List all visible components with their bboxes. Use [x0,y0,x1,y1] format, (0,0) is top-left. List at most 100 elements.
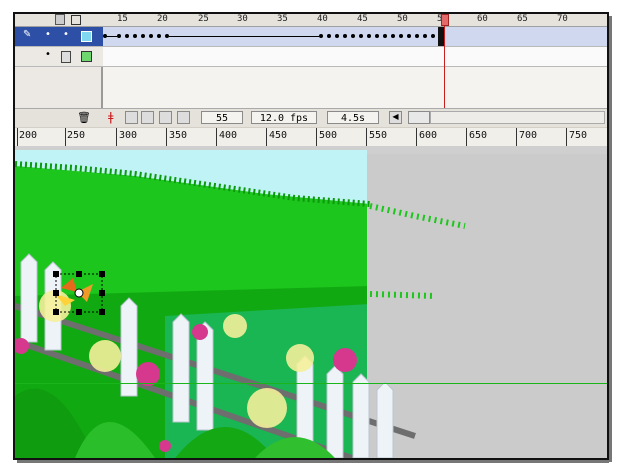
flash-authoring-window: 15 20 25 30 35 40 45 50 55 60 65 70 ✎ • [13,12,609,460]
tween-arrow [105,36,117,37]
transform-handle-bottom[interactable] [76,309,82,315]
ruler-mark [366,128,367,146]
keyframe[interactable] [351,34,355,38]
keyframe[interactable] [343,34,347,38]
keyframe[interactable] [133,34,137,38]
frame-track[interactable] [103,47,607,66]
stage-artwork [15,146,607,458]
transform-handle-right[interactable] [99,290,105,296]
ruler-mark [266,128,267,146]
frame-ruler-header: 15 20 25 30 35 40 45 50 55 60 65 70 [15,14,607,27]
frame-tick: 45 [357,14,368,24]
frame-tick: 70 [557,14,568,24]
current-frame-readout: 55 [201,111,243,124]
keyframe[interactable] [117,34,121,38]
trash-icon[interactable]: 🗑 [77,111,91,124]
ruler-mark [65,128,66,146]
modify-onion-markers-button[interactable] [177,111,190,124]
outline-toggle-icon[interactable] [71,15,81,25]
visibility-dot[interactable]: • [45,29,51,40]
ruler-mark [116,128,117,146]
keyframe[interactable] [359,34,363,38]
ruler-mark [566,128,567,146]
transform-handle-bottom-right[interactable] [99,309,105,315]
layer-color-swatch[interactable] [81,51,92,62]
frame-tick: 60 [477,14,488,24]
layer-color-swatch[interactable] [81,31,92,42]
keyframe[interactable] [391,34,395,38]
timeline-panel: 15 20 25 30 35 40 45 50 55 60 65 70 ✎ • [15,14,607,127]
ruler-mark [166,128,167,146]
frame-track-selected[interactable] [103,27,607,46]
scroll-left-button[interactable]: ◀ [389,111,402,124]
ruler-mark [17,128,18,146]
frame-tick: 65 [517,14,528,24]
transform-handle-left[interactable] [53,290,59,296]
horizontal-guide-line[interactable] [15,383,607,384]
ruler-label: 200 [19,130,38,141]
ruler-label: 250 [67,130,86,141]
edit-multiple-frames-button[interactable] [159,111,172,124]
frame-tick: 15 [117,14,128,24]
frame-tick: 25 [198,14,209,24]
keyframe[interactable] [327,34,331,38]
keyframe[interactable] [423,34,427,38]
ruler-label: 550 [369,130,388,141]
transform-handle-top-right[interactable] [99,271,105,277]
ruler-label: 500 [319,130,338,141]
keyframe[interactable] [367,34,371,38]
keyframe[interactable] [149,34,153,38]
ruler-mark [466,128,467,146]
tween-arrow [169,36,319,37]
onion-skin-button[interactable] [125,111,138,124]
visibility-dot[interactable]: • [45,49,51,60]
onion-outline-button[interactable] [141,111,154,124]
keyframe[interactable] [335,34,339,38]
frame-tick: 35 [277,14,288,24]
transform-handle-top-left[interactable] [53,271,59,277]
center-frame-icon[interactable]: ǂ [108,110,114,124]
empty-frame-area [103,67,607,108]
ruler-label: 750 [569,130,588,141]
layer-row-selected[interactable]: ✎ • • [15,27,607,47]
ruler-label: 400 [219,130,238,141]
playhead-line [444,26,445,114]
ruler-mark [516,128,517,146]
timeline-scrollbar-track[interactable] [430,111,605,124]
lock-icon[interactable] [55,14,65,25]
keyframe[interactable] [125,34,129,38]
ruler-mark [316,128,317,146]
keyframe[interactable] [319,34,323,38]
keyframe[interactable] [383,34,387,38]
transform-handle-top[interactable] [76,271,82,277]
ruler-label: 450 [269,130,288,141]
frame-tick: 50 [397,14,408,24]
timeline-scroll-thumb[interactable] [408,111,430,124]
layer-row[interactable]: • [15,47,607,67]
keyframe[interactable] [375,34,379,38]
keyframe[interactable] [431,34,435,38]
registration-point[interactable] [74,288,84,298]
ruler-label: 650 [469,130,488,141]
transform-handle-bottom-left[interactable] [53,309,59,315]
keyframe[interactable] [415,34,419,38]
ruler-label: 700 [519,130,538,141]
screenshot-frame: 15 20 25 30 35 40 45 50 55 60 65 70 ✎ • [0,0,618,470]
ruler-label: 350 [169,130,188,141]
keyframe[interactable] [141,34,145,38]
ruler-mark [416,128,417,146]
frame-tick: 40 [317,14,328,24]
stage-canvas[interactable] [15,146,607,458]
timeline-status-bar: 🗑 ǂ 55 12.0 fps 4.5s ◀ [15,108,607,127]
ruler-label: 600 [419,130,438,141]
keyframe[interactable] [407,34,411,38]
offstage-area [367,154,607,458]
frame-rate-readout: 12.0 fps [251,111,317,124]
keyframe[interactable] [399,34,403,38]
lock-dot[interactable]: • [63,29,69,40]
horizontal-ruler: 200 250 300 350 400 450 500 550 600 650 … [15,128,607,147]
playhead-marker[interactable] [441,14,449,26]
ruler-mark [216,128,217,146]
keyframe[interactable] [157,34,161,38]
lock-icon[interactable] [61,51,71,63]
